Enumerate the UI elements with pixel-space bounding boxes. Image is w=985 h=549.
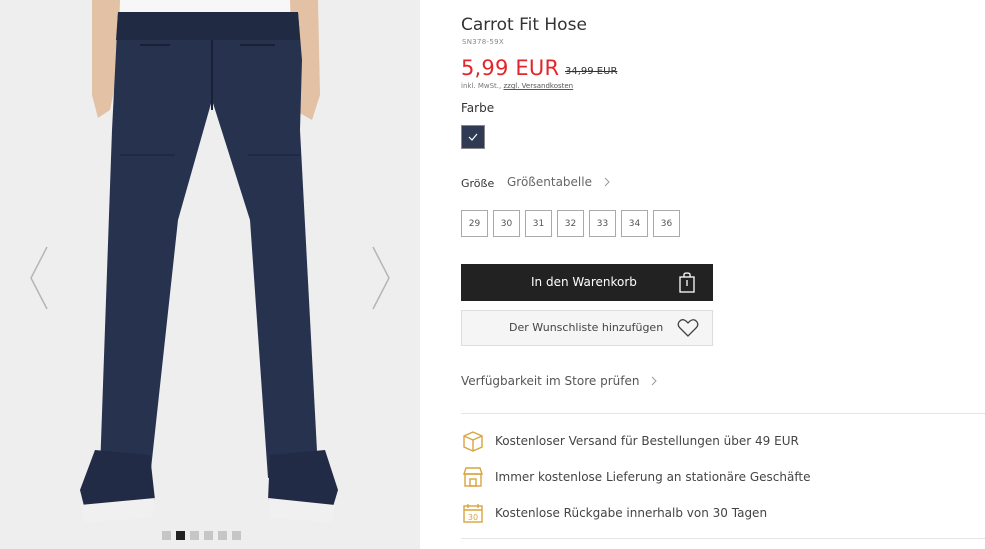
calendar-30-icon: 30 <box>461 501 485 525</box>
gallery-dot[interactable] <box>176 531 185 540</box>
box-icon <box>461 429 485 453</box>
product-info: Carrot Fit Hose SN378-59X 5,99 EUR 34,99… <box>461 0 985 549</box>
store-availability-label: Verfügbarkeit im Store prüfen <box>461 374 640 388</box>
size-label: Größe <box>461 177 495 190</box>
shipping-cost-link[interactable]: zzgl. Versandkosten <box>503 82 573 90</box>
feature-free-returns: 30 Kostenlose Rückgabe innerhalb von 30 … <box>461 501 767 525</box>
tax-note: inkl. MwSt., zzgl. Versandkosten <box>461 82 573 90</box>
product-sku: SN378-59X <box>462 38 504 46</box>
chevron-right-icon <box>652 376 658 386</box>
size-table-label: Größentabelle <box>507 175 592 189</box>
gallery-next-arrow[interactable] <box>370 245 392 311</box>
size-option[interactable]: 33 <box>589 210 616 237</box>
feature-text: Kostenlose Rückgabe innerhalb von 30 Tag… <box>495 506 768 520</box>
chevron-left-icon <box>30 246 48 310</box>
checkmark-icon <box>468 133 478 141</box>
wishlist-label: Der Wunschliste hinzufügen <box>509 321 664 334</box>
size-option[interactable]: 36 <box>653 210 680 237</box>
size-table-link[interactable]: Größentabelle <box>507 175 610 189</box>
store-icon <box>461 465 485 489</box>
gallery-dot[interactable] <box>218 531 227 540</box>
calendar-badge: 30 <box>468 513 478 522</box>
gallery-prev-arrow[interactable] <box>28 245 50 311</box>
product-gallery <box>0 0 420 549</box>
feature-store-delivery: Immer kostenlose Lieferung an stationäre… <box>461 465 810 489</box>
add-to-wishlist-button[interactable]: Der Wunschliste hinzufügen <box>461 310 713 346</box>
gallery-dot[interactable] <box>190 531 199 540</box>
chevron-right-icon <box>372 246 390 310</box>
heart-icon <box>677 319 699 337</box>
shopping-bag-icon <box>679 272 695 293</box>
divider <box>461 413 985 414</box>
feature-text: Kostenloser Versand für Bestellungen übe… <box>495 434 799 448</box>
gallery-dot[interactable] <box>204 531 213 540</box>
chevron-right-icon <box>604 177 610 187</box>
store-availability-link[interactable]: Verfügbarkeit im Store prüfen <box>461 374 658 388</box>
gallery-dot[interactable] <box>162 531 171 540</box>
divider <box>461 538 985 539</box>
size-option[interactable]: 31 <box>525 210 552 237</box>
size-option[interactable]: 32 <box>557 210 584 237</box>
size-option[interactable]: 29 <box>461 210 488 237</box>
gallery-dots <box>162 531 241 540</box>
old-price: 34,99 EUR <box>565 66 618 77</box>
add-to-cart-button[interactable]: In den Warenkorb <box>461 264 713 301</box>
gallery-dot[interactable] <box>232 531 241 540</box>
product-title: Carrot Fit Hose <box>461 15 587 35</box>
feature-text: Immer kostenlose Lieferung an stationäre… <box>495 470 811 484</box>
size-options: 29 30 31 32 33 34 36 <box>461 210 680 237</box>
product-photo <box>0 0 420 549</box>
add-to-cart-label: In den Warenkorb <box>531 275 637 289</box>
feature-free-shipping: Kostenloser Versand für Bestellungen übe… <box>461 429 799 453</box>
current-price: 5,99 EUR <box>461 56 560 80</box>
tax-label: inkl. MwSt., <box>461 82 504 90</box>
color-swatch[interactable] <box>461 125 485 149</box>
size-option[interactable]: 30 <box>493 210 520 237</box>
color-label: Farbe <box>461 101 495 115</box>
size-option[interactable]: 34 <box>621 210 648 237</box>
